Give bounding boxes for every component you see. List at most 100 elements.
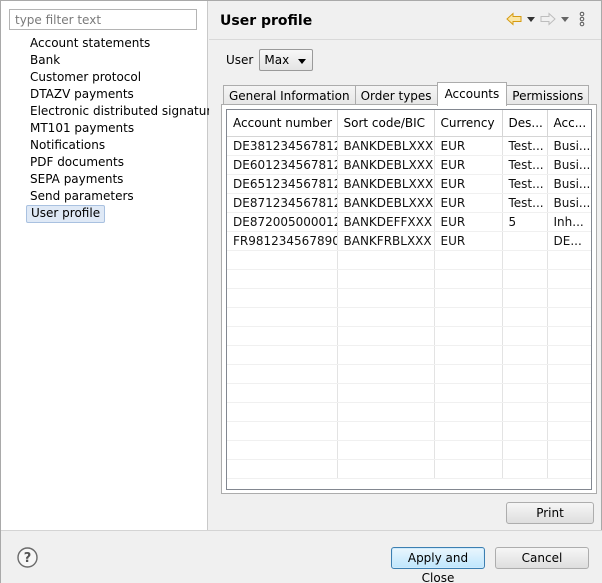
tree-item-electronic-distributed-signature[interactable]: Electronic distributed signature — [26, 103, 222, 120]
empty-table-cell — [227, 421, 338, 441]
table-cell: Busi... — [547, 155, 591, 175]
table-cell: FR981234567890... — [227, 231, 338, 251]
empty-table-cell — [434, 307, 503, 327]
column-header[interactable]: Currency — [434, 110, 503, 137]
table-cell: BANKDEBLXXX — [337, 136, 435, 156]
empty-table-cell — [502, 402, 548, 422]
svg-text:?: ? — [24, 551, 32, 566]
tree-item-notifications[interactable]: Notifications — [26, 137, 222, 154]
empty-table-cell — [434, 345, 503, 365]
empty-table-cell — [434, 440, 503, 460]
empty-table-cell — [547, 459, 591, 479]
table-cell: EUR — [434, 155, 503, 175]
empty-table-row — [227, 402, 591, 422]
print-button[interactable]: Print — [506, 502, 594, 524]
empty-table-cell — [502, 345, 548, 365]
empty-table-cell — [434, 364, 503, 384]
table-cell: Test... — [502, 193, 548, 213]
table-row[interactable]: DE651234567812... BANKDEBLXXX EUR Test..… — [227, 174, 591, 194]
tab-bar: General Information Order types Accounts… — [223, 82, 590, 106]
table-cell: Test... — [502, 155, 548, 175]
filter-input[interactable] — [9, 9, 197, 30]
empty-table-cell — [434, 421, 503, 441]
empty-table-cell — [502, 364, 548, 384]
tab-order-types[interactable]: Order types — [354, 85, 438, 106]
user-label: User — [226, 53, 254, 67]
tree-item-label: Electronic distributed signature — [30, 104, 219, 118]
table-cell — [502, 231, 548, 251]
accounts-table[interactable]: Account number Sort code/BIC Currency De… — [226, 109, 592, 490]
empty-table-cell — [227, 383, 338, 403]
tree-item-user-profile[interactable]: User profile — [26, 205, 222, 223]
empty-table-cell — [337, 402, 435, 422]
table-cell: BANKDEBLXXX — [337, 193, 435, 213]
user-select[interactable]: Max — [259, 49, 314, 71]
tree-item-sepa-payments[interactable]: SEPA payments — [26, 171, 222, 188]
table-cell: Inh... — [547, 212, 591, 232]
table-cell: BANKDEFFXXX — [337, 212, 435, 232]
tree-item-label: Bank — [30, 53, 61, 67]
table-row[interactable]: DE601234567812... BANKDEBLXXX EUR Test..… — [227, 155, 591, 175]
forward-arrow-icon[interactable] — [539, 10, 557, 28]
empty-table-cell — [227, 269, 338, 289]
tree-item-label: SEPA payments — [30, 172, 124, 186]
header-divider — [209, 39, 601, 40]
help-icon[interactable]: ? — [17, 547, 38, 568]
table-cell: Test... — [502, 136, 548, 156]
column-header[interactable]: Des... — [502, 110, 548, 137]
tree-item-label: DTAZV payments — [30, 87, 134, 101]
back-arrow-icon[interactable] — [505, 10, 523, 28]
empty-table-cell — [547, 345, 591, 365]
table-cell: DE872005000012... — [227, 212, 338, 232]
empty-table-row — [227, 440, 591, 460]
empty-table-cell — [227, 459, 338, 479]
column-header[interactable]: Sort code/BIC — [337, 110, 435, 137]
tab-accounts[interactable]: Accounts — [436, 82, 508, 106]
table-cell: Test... — [502, 174, 548, 194]
table-row[interactable]: DE872005000012... BANKDEFFXXX EUR 5 Inh.… — [227, 212, 591, 232]
empty-table-row — [227, 421, 591, 441]
tree-item-label: PDF documents — [30, 155, 124, 169]
empty-table-cell — [502, 326, 548, 346]
empty-table-cell — [434, 326, 503, 346]
tree-item-send-parameters[interactable]: Send parameters — [26, 188, 222, 205]
back-history-dropdown-icon[interactable] — [525, 10, 537, 28]
tree-item-pdf-documents[interactable]: PDF documents — [26, 154, 222, 171]
view-menu-icon[interactable] — [573, 10, 591, 28]
column-header[interactable]: Account number — [227, 110, 338, 137]
tab-general-information[interactable]: General Information — [223, 85, 356, 106]
empty-table-cell — [227, 345, 338, 365]
tree-item-bank[interactable]: Bank — [26, 52, 222, 69]
empty-table-cell — [227, 326, 338, 346]
tab-permissions[interactable]: Permissions — [506, 85, 590, 106]
empty-table-row — [227, 250, 591, 270]
table-cell: DE381234567812... — [227, 136, 338, 156]
table-row[interactable]: DE381234567812... BANKDEBLXXX EUR Test..… — [227, 136, 591, 156]
tree-item-label: Customer protocol — [30, 70, 142, 84]
tree-item-label: User profile — [26, 205, 106, 223]
empty-table-cell — [547, 307, 591, 327]
apply-and-close-button[interactable]: Apply and Close — [391, 547, 485, 583]
table-body: DE381234567812... BANKDEBLXXX EUR Test..… — [227, 136, 591, 479]
forward-history-dropdown-icon[interactable] — [559, 10, 571, 28]
empty-table-cell — [434, 459, 503, 479]
empty-table-row — [227, 269, 591, 289]
empty-table-cell — [337, 326, 435, 346]
table-row[interactable]: DE871234567812... BANKDEBLXXX EUR Test..… — [227, 193, 591, 213]
tree-item-label: Notifications — [30, 138, 106, 152]
empty-table-cell — [337, 345, 435, 365]
table-cell: DE... — [547, 231, 591, 251]
tree-item-dtazv-payments[interactable]: DTAZV payments — [26, 86, 222, 103]
cancel-button[interactable]: Cancel — [495, 547, 589, 569]
empty-table-cell — [227, 440, 338, 460]
tree-item-label: Send parameters — [30, 189, 134, 203]
empty-table-cell — [502, 250, 548, 270]
tree-item-customer-protocol[interactable]: Customer protocol — [26, 69, 222, 86]
table-cell: DE601234567812... — [227, 155, 338, 175]
table-row[interactable]: FR981234567890... BANKFRBLXXX EUR DE... — [227, 231, 591, 251]
empty-table-cell — [434, 250, 503, 270]
column-header[interactable]: Acc... — [547, 110, 591, 137]
tree-item-mt101-payments[interactable]: MT101 payments — [26, 120, 222, 137]
tree-item-account-statements[interactable]: Account statements — [26, 35, 222, 52]
table-cell: BANKDEBLXXX — [337, 155, 435, 175]
